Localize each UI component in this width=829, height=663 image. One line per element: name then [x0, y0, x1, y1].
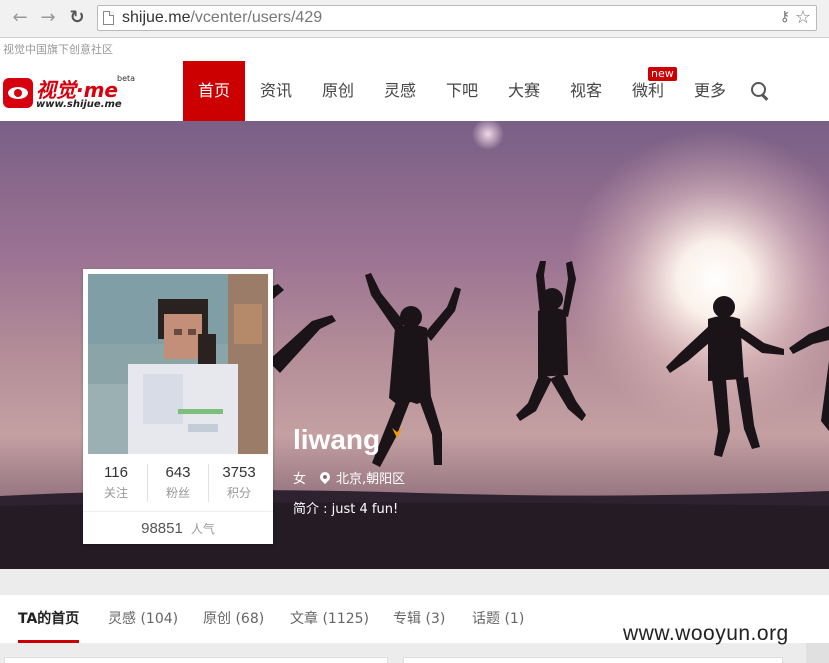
stat-label: 粉丝 [165, 486, 190, 500]
sun-glow [565, 129, 829, 429]
stat-value: 3753 [222, 464, 256, 481]
popularity: 98851 人气 [83, 511, 273, 544]
profile-gender: 女 [293, 472, 307, 487]
scrollbar[interactable] [806, 643, 829, 663]
url-text: shijue.me/vcenter/users/429 [122, 9, 322, 27]
site-slogan: 视觉中国旗下创意社区 [3, 43, 113, 56]
tab-inspiration[interactable]: 灵感 (104) [108, 595, 178, 643]
url-host: shijue.me [122, 9, 191, 26]
watermark: www.wooyun.org [623, 622, 789, 645]
verified-icon [392, 428, 402, 438]
profile-bio: 简介 : just 4 fun! [293, 502, 399, 517]
tab-home[interactable]: TA的首页 [18, 595, 79, 643]
nav-item-news[interactable]: 资讯 [245, 61, 307, 121]
stat-label: 积分 [226, 486, 251, 500]
stat-points: 3753 积分 [208, 462, 270, 504]
pixelated-avatar-image [88, 274, 268, 454]
site-header: 视觉·me www.shijue.me beta 首页 资讯 原创 灵感 下吧 … [0, 61, 829, 121]
back-arrow-icon[interactable]: ← [10, 8, 30, 28]
address-bar[interactable]: shijue.me/vcenter/users/429 ⚷ ☆ [97, 5, 817, 31]
reload-icon[interactable]: ↻ [67, 8, 87, 28]
site-title-strip: 视觉中国旗下创意社区 [0, 38, 829, 61]
user-stats: 116 关注 643 粉丝 3753 积分 [83, 462, 273, 508]
stat-following[interactable]: 116 关注 [85, 462, 147, 504]
browser-toolbar: ← → ↻ shijue.me/vcenter/users/429 ⚷ ☆ [0, 0, 829, 38]
location-pin-icon [320, 472, 330, 485]
bookmark-star-icon[interactable]: ☆ [795, 7, 811, 28]
profile-location: 北京,朝阳区 [336, 472, 406, 487]
site-logo[interactable]: 视觉·me www.shijue.me beta [3, 74, 143, 114]
popularity-value: 98851 [141, 520, 183, 537]
nav-item-contest[interactable]: 大赛 [493, 61, 555, 121]
user-avatar[interactable] [88, 274, 268, 454]
page-icon [103, 11, 114, 25]
nav-item-more[interactable]: 更多 [679, 61, 741, 121]
stat-value: 643 [165, 464, 191, 481]
key-icon[interactable]: ⚷ [780, 9, 790, 25]
nav-item-download[interactable]: 下吧 [431, 61, 493, 121]
forward-arrow-icon[interactable]: → [38, 8, 58, 28]
content-panel-left [4, 657, 388, 663]
content-area [0, 643, 829, 663]
nav-item-original[interactable]: 原创 [307, 61, 369, 121]
lens-flare [472, 121, 504, 150]
logo-url: www.shijue.me [36, 99, 122, 110]
stat-label: 关注 [103, 486, 128, 500]
stat-followers[interactable]: 643 粉丝 [147, 462, 209, 504]
tab-articles[interactable]: 文章 (1125) [290, 595, 369, 643]
stat-value: 116 [104, 464, 128, 481]
eye-logo-icon [3, 78, 33, 108]
new-badge: new [648, 67, 677, 81]
tab-topics[interactable]: 话题 (1) [472, 595, 524, 643]
nav-item-home[interactable]: 首页 [183, 61, 245, 121]
nav-item-inspiration[interactable]: 灵感 [369, 61, 431, 121]
profile-card: 116 关注 643 粉丝 3753 积分 98851 人气 [83, 269, 273, 544]
logo-beta: beta [117, 74, 136, 83]
nav-item-visitors[interactable]: 视客 [555, 61, 617, 121]
popularity-label: 人气 [190, 522, 215, 536]
url-path: /vcenter/users/429 [190, 9, 323, 26]
profile-username: liwang [293, 424, 381, 455]
content-panel-right [403, 657, 783, 663]
search-icon[interactable] [750, 81, 770, 101]
tab-original[interactable]: 原创 (68) [203, 595, 264, 643]
profile-meta: 女 北京,朝阳区 [293, 468, 405, 487]
tab-albums[interactable]: 专辑 (3) [393, 595, 445, 643]
